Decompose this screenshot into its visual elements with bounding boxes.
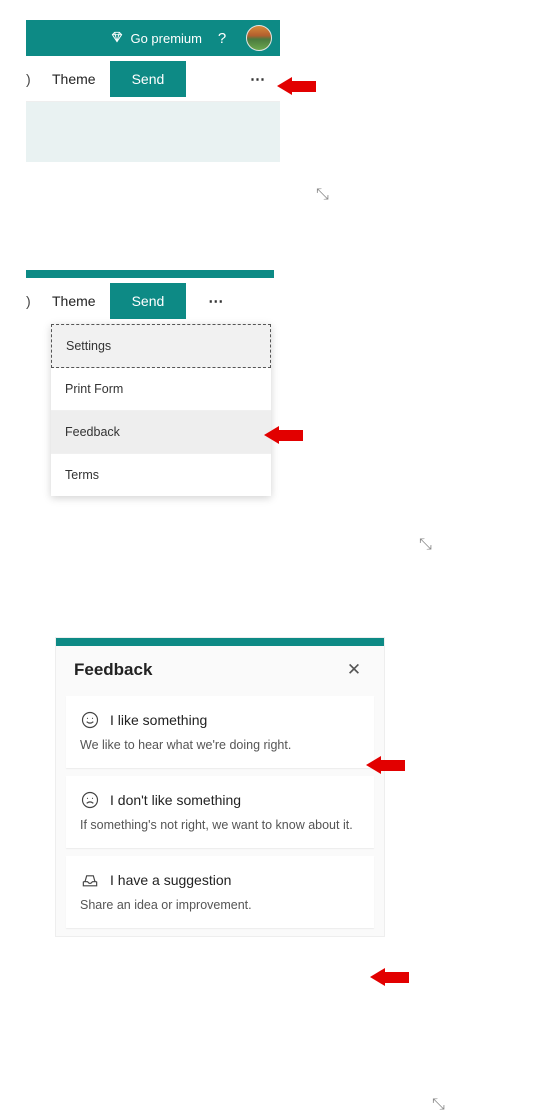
more-actions-menu: Settings Print Form Feedback Terms <box>51 324 271 496</box>
send-button[interactable]: Send <box>110 283 187 319</box>
feedback-card-dislike[interactable]: I don't like something If something's no… <box>66 776 374 848</box>
feedback-card-title: I like something <box>110 712 207 728</box>
inbox-icon <box>80 870 100 890</box>
help-icon[interactable]: ? <box>212 30 232 47</box>
feedback-card-suggestion[interactable]: I have a suggestion Share an idea or imp… <box>66 856 374 928</box>
theme-button[interactable]: Theme <box>38 71 110 87</box>
theme-button[interactable]: Theme <box>38 293 110 309</box>
cutoff-paren: ) <box>26 278 38 324</box>
menu-item-feedback[interactable]: Feedback <box>51 411 271 454</box>
menu-item-terms[interactable]: Terms <box>51 454 271 496</box>
accent-strip <box>26 270 274 278</box>
feedback-card-subtitle: Share an idea or improvement. <box>80 896 360 914</box>
annotation-arrow-1 <box>277 77 316 95</box>
menu-item-settings[interactable]: Settings <box>51 324 271 368</box>
annotation-arrow-4 <box>370 968 409 986</box>
send-button[interactable]: Send <box>110 61 187 97</box>
feedback-card-subtitle: If something's not right, we want to kno… <box>80 816 360 834</box>
accent-strip <box>56 638 384 646</box>
avatar[interactable] <box>246 25 272 51</box>
go-premium-label: Go premium <box>130 31 202 46</box>
resize-handle-icon: ⤡ <box>419 536 432 554</box>
feedback-card-title: I don't like something <box>110 792 241 808</box>
feedback-panel: Feedback ✕ I like something We like to h… <box>56 638 384 936</box>
compose-toolbar-2: ) Theme Send ⋯ <box>26 278 274 324</box>
diamond-icon <box>110 30 124 47</box>
close-icon[interactable]: ✕ <box>342 660 366 680</box>
feedback-title: Feedback <box>74 660 152 680</box>
annotation-arrow-2 <box>264 426 303 444</box>
more-actions-button[interactable]: ⋯ <box>236 70 280 88</box>
resize-handle-icon: ⤡ <box>316 186 329 204</box>
cutoff-paren: ) <box>26 56 38 102</box>
form-canvas <box>26 102 280 162</box>
go-premium-button[interactable]: Go premium <box>110 30 202 47</box>
frown-icon <box>80 790 100 810</box>
app-header: Go premium ? <box>26 20 280 56</box>
screenshot-2: ) Theme Send ⋯ <box>26 270 274 324</box>
resize-handle-icon: ⤡ <box>432 1096 445 1114</box>
feedback-card-subtitle: We like to hear what we're doing right. <box>80 736 360 754</box>
smile-icon <box>80 710 100 730</box>
feedback-card-like[interactable]: I like something We like to hear what we… <box>66 696 374 768</box>
feedback-card-title: I have a suggestion <box>110 872 231 888</box>
feedback-header: Feedback ✕ <box>56 646 384 688</box>
compose-toolbar: ) Theme Send ⋯ <box>26 56 280 102</box>
annotation-arrow-3 <box>366 756 405 774</box>
more-actions-button[interactable]: ⋯ <box>196 292 236 310</box>
screenshot-1: Go premium ? ) Theme Send ⋯ <box>26 20 280 162</box>
menu-item-print-form[interactable]: Print Form <box>51 368 271 411</box>
